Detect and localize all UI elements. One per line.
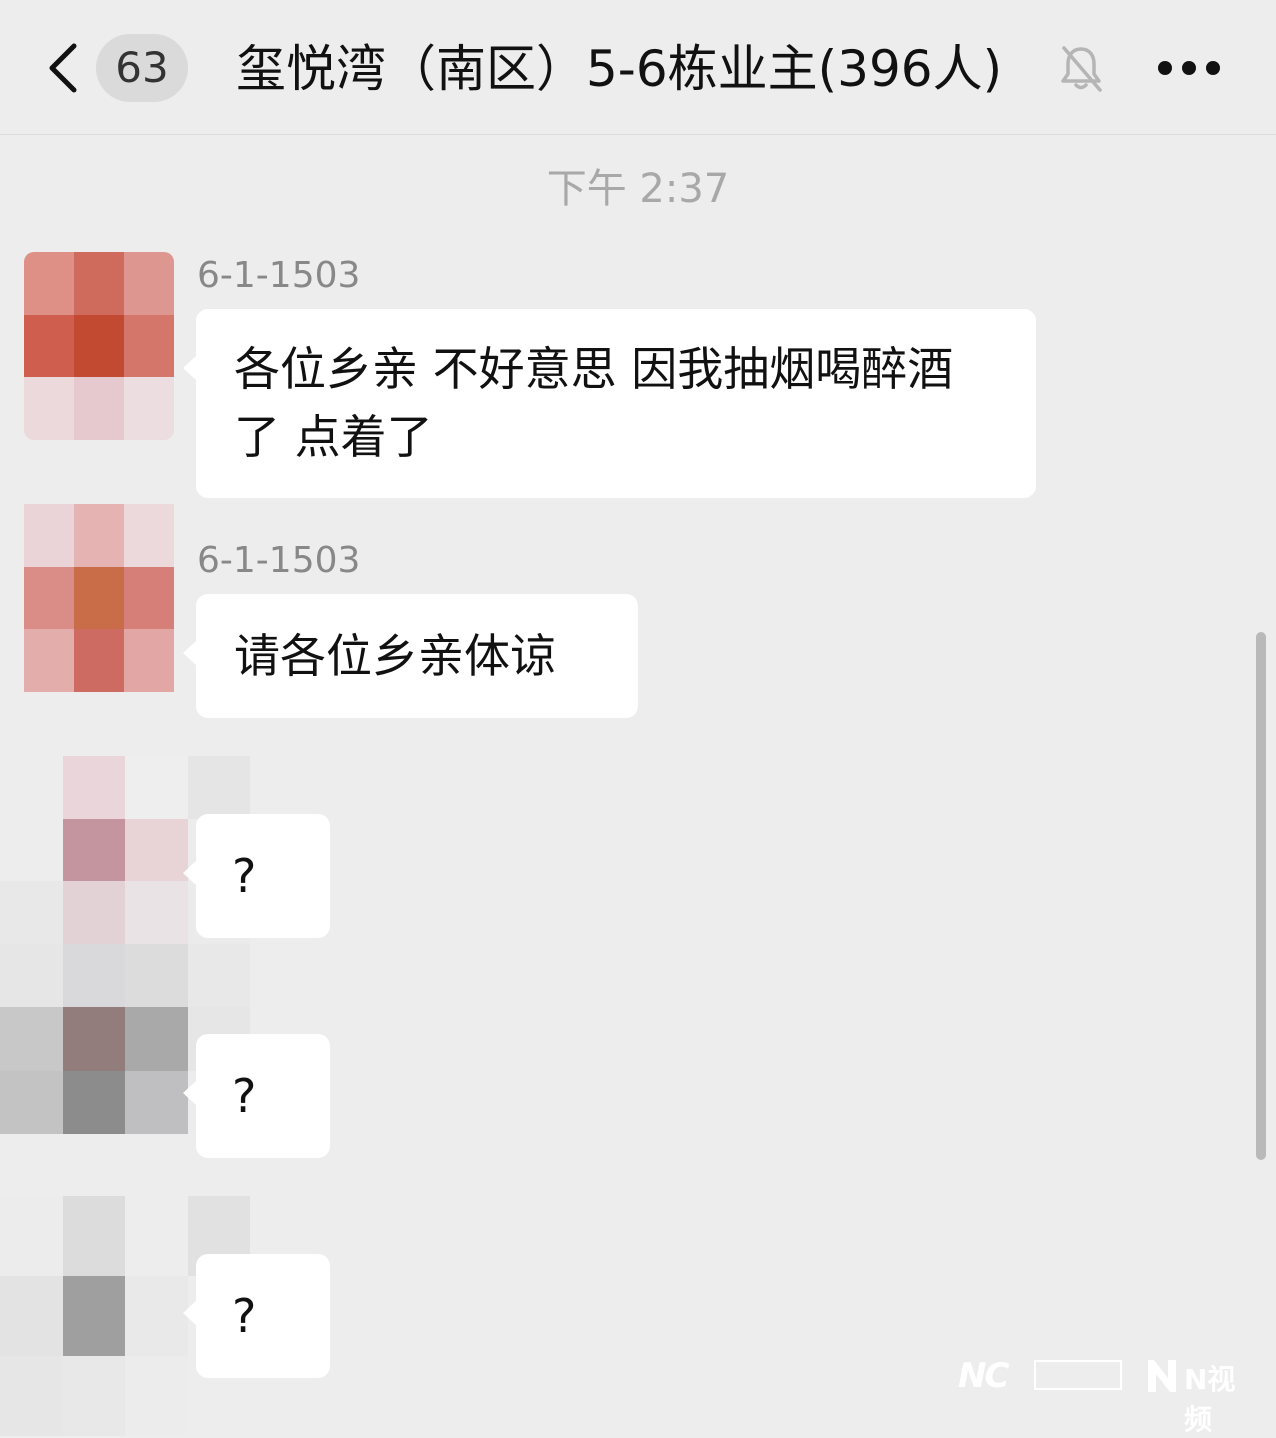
message-text: ?	[232, 849, 257, 903]
message-text: 各位乡亲 不好意思 因我抽烟喝醉酒了 点着了	[234, 342, 954, 464]
message-bubble[interactable]: ?	[183, 1254, 330, 1378]
nc-logo: NC	[958, 1356, 1009, 1396]
message-timestamp: 下午 2:37	[546, 166, 730, 212]
message-bubble[interactable]: ?	[183, 1034, 330, 1158]
n-video-logo-icon	[1148, 1360, 1176, 1392]
message-bubble[interactable]: 各位乡亲 不好意思 因我抽烟喝醉酒了 点着了	[183, 309, 1036, 498]
scrollbar[interactable]	[1256, 632, 1266, 1160]
chat-title: 玺悦湾（南区）5-6栋业主(396人)	[236, 40, 1003, 98]
n-video-label: N视频	[1184, 1363, 1236, 1436]
more-dots-icon[interactable]	[1156, 58, 1222, 78]
message-bubble[interactable]: ?	[183, 814, 330, 938]
sender-name: 6-1-1503	[197, 255, 361, 296]
watermark: NC N视频	[958, 1352, 1258, 1436]
newspaper-logo-box	[1034, 1360, 1122, 1390]
chat-header: 63 玺悦湾（南区）5-6栋业主(396人)	[0, 0, 1276, 135]
message-text: 请各位乡亲体谅	[234, 629, 556, 683]
message-text: ?	[232, 1069, 257, 1123]
chevron-left-icon[interactable]	[44, 40, 84, 96]
avatar[interactable]	[24, 252, 174, 440]
unread-count-badge[interactable]: 63	[96, 34, 188, 102]
bell-off-icon	[1061, 46, 1102, 92]
message-text: ?	[232, 1289, 257, 1343]
avatar[interactable]	[24, 504, 174, 692]
sender-name: 6-1-1503	[197, 540, 361, 581]
message-bubble[interactable]: 请各位乡亲体谅	[183, 594, 638, 718]
